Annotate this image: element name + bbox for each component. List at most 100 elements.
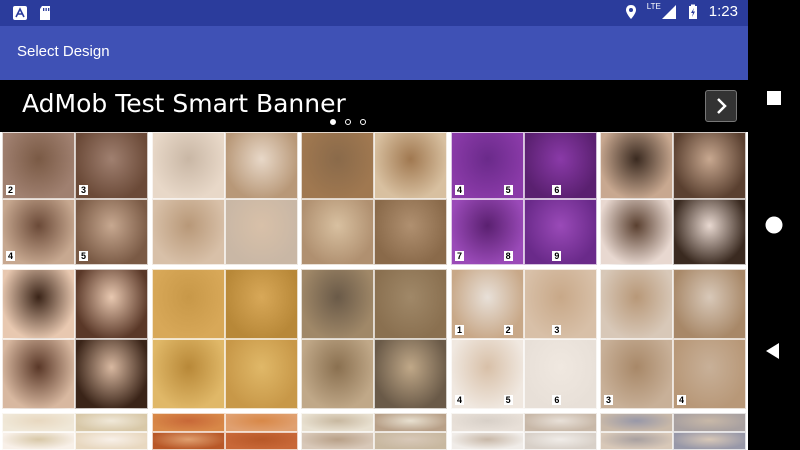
photo-cell bbox=[152, 132, 225, 199]
status-bar: LTE 1:23 bbox=[0, 0, 748, 26]
step-number: 3 bbox=[552, 325, 562, 335]
photo-cell bbox=[600, 132, 673, 199]
step-number: 2 bbox=[6, 184, 16, 195]
location-icon bbox=[625, 4, 636, 19]
step-number: 3 bbox=[604, 395, 614, 405]
photo-cell bbox=[600, 413, 673, 432]
step-number: 3 bbox=[79, 184, 89, 195]
tile-dark-bun[interactable] bbox=[2, 269, 148, 409]
step-number: 4 bbox=[455, 184, 465, 195]
photo-cell bbox=[2, 413, 75, 432]
photo-cell bbox=[374, 198, 447, 265]
sd-card-icon bbox=[40, 6, 50, 20]
photo-cell bbox=[374, 431, 447, 450]
pager-dot bbox=[360, 119, 366, 125]
photo-cell bbox=[225, 132, 298, 199]
photo-cell bbox=[301, 339, 374, 409]
page-title: Select Design bbox=[17, 43, 110, 60]
photo-cell bbox=[75, 431, 148, 450]
photo-cell bbox=[600, 198, 673, 265]
ad-next-button[interactable] bbox=[705, 90, 737, 122]
tile-long-straight[interactable] bbox=[152, 413, 298, 450]
photo-cell bbox=[673, 198, 746, 265]
photo-cell bbox=[301, 269, 374, 339]
photo-cell bbox=[2, 269, 75, 339]
navigation-bar bbox=[748, 0, 800, 450]
step-number: 9 bbox=[552, 251, 562, 261]
tile-twisted-half-up[interactable]: 34 bbox=[600, 269, 746, 409]
photo-cell bbox=[374, 269, 447, 339]
step-number: 4 bbox=[677, 395, 687, 405]
tile-side-braid[interactable] bbox=[600, 132, 746, 265]
photo-cell bbox=[524, 431, 597, 450]
step-number: 6 bbox=[552, 184, 562, 195]
step-number: 4 bbox=[6, 251, 16, 261]
photo-cell bbox=[225, 269, 298, 339]
step-number: 5 bbox=[79, 251, 89, 261]
photo-cell bbox=[152, 431, 225, 450]
photo-cell bbox=[451, 431, 524, 450]
ad-banner-text: AdMob Test Smart Banner bbox=[22, 89, 346, 118]
design-grid: 234545678912345634 bbox=[0, 132, 748, 450]
battery-charging-icon bbox=[688, 4, 697, 19]
photo-cell bbox=[225, 413, 298, 432]
tile-half-updo[interactable] bbox=[600, 413, 746, 450]
step-number: 5 bbox=[503, 395, 513, 405]
tile-blonde-wave[interactable] bbox=[2, 413, 148, 450]
banner-pager bbox=[330, 119, 366, 125]
pager-dot bbox=[345, 119, 351, 125]
photo-cell bbox=[75, 269, 148, 339]
photo-cell bbox=[225, 198, 298, 265]
photo-cell bbox=[152, 269, 225, 339]
photo-cell bbox=[451, 413, 524, 432]
photo-cell bbox=[524, 413, 597, 432]
tile-purple-braid[interactable]: 4 5 6 7 8 9 bbox=[451, 132, 597, 265]
tile-flower-updo[interactable] bbox=[152, 132, 298, 265]
tile-ponytail-twist[interactable] bbox=[301, 132, 447, 265]
tile-low-bun[interactable]: 1 2 3 4 5 6 bbox=[451, 269, 597, 409]
step-number: 4 bbox=[455, 395, 465, 405]
clock: 1:23 bbox=[708, 3, 738, 20]
app-bar: Select Design bbox=[0, 26, 748, 80]
photo-cell bbox=[225, 431, 298, 450]
step-number: 7 bbox=[455, 251, 465, 261]
step-number: 8 bbox=[503, 251, 513, 261]
lte-signal-icon bbox=[661, 4, 676, 19]
tile-braided-crown[interactable] bbox=[301, 269, 447, 409]
photo-cell bbox=[673, 431, 746, 450]
tile-messy-bun[interactable] bbox=[451, 413, 597, 450]
photo-cell bbox=[75, 339, 148, 409]
app-screen: LTE 1:23 Select Design AdMob Test Smart … bbox=[0, 0, 748, 450]
photo-cell bbox=[152, 413, 225, 432]
photo-cell bbox=[673, 413, 746, 432]
photo-cell bbox=[374, 413, 447, 432]
photo-cell bbox=[301, 198, 374, 265]
photo-cell bbox=[2, 339, 75, 409]
step-number: 1 bbox=[455, 325, 465, 335]
tile-bun-steps[interactable]: 2 3 4 5 bbox=[2, 132, 148, 265]
photo-cell bbox=[75, 413, 148, 432]
square-recents-icon[interactable] bbox=[766, 90, 782, 106]
circle-home-icon[interactable] bbox=[764, 215, 784, 235]
tile-fishtail[interactable] bbox=[301, 413, 447, 450]
photo-cell bbox=[673, 269, 746, 339]
step-number: 5 bbox=[503, 184, 513, 195]
photo-cell bbox=[600, 431, 673, 450]
photo-cell bbox=[301, 132, 374, 199]
photo-cell bbox=[225, 339, 298, 409]
ad-banner[interactable]: AdMob Test Smart Banner bbox=[0, 80, 748, 132]
a-notification-icon bbox=[13, 6, 27, 20]
step-number: 6 bbox=[552, 395, 562, 405]
photo-cell bbox=[374, 132, 447, 199]
photo-cell bbox=[301, 413, 374, 432]
step-number: 2 bbox=[503, 325, 513, 335]
triangle-back-icon[interactable] bbox=[764, 342, 782, 360]
tile-golden-braids[interactable] bbox=[152, 269, 298, 409]
photo-cell bbox=[152, 198, 225, 265]
photo-cell bbox=[374, 339, 447, 409]
photo-cell bbox=[600, 269, 673, 339]
chevron-right-icon bbox=[717, 98, 727, 114]
photo-cell bbox=[152, 339, 225, 409]
network-type: LTE bbox=[646, 2, 661, 11]
photo-cell bbox=[673, 132, 746, 199]
